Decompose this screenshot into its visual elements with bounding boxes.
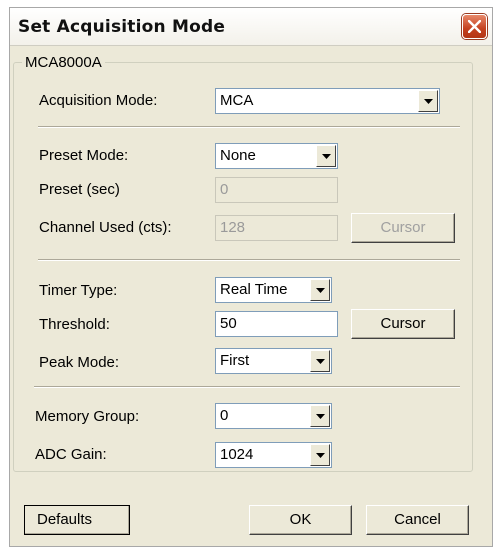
preset-input[interactable]: 0: [215, 177, 338, 203]
threshold-input[interactable]: 50: [215, 311, 338, 337]
memory-group-dropdown-button[interactable]: [310, 405, 330, 427]
chevron-down-icon: [424, 99, 433, 104]
threshold-value: 50: [220, 315, 237, 332]
preset-mode-value: None: [220, 147, 256, 164]
memory-group-value: 0: [220, 407, 229, 424]
separator: [38, 126, 460, 128]
chevron-down-icon: [322, 154, 331, 159]
preset-value: 0: [220, 181, 229, 198]
peak-mode-select[interactable]: First: [215, 348, 332, 374]
adc-gain-label: ADC Gain:: [35, 446, 107, 463]
window-title: Set Acquisition Mode: [18, 17, 226, 37]
separator: [34, 386, 460, 388]
acquisition-mode-label: Acquisition Mode:: [39, 92, 158, 109]
preset-label: Preset (sec): [39, 181, 120, 198]
preset-mode-label: Preset Mode:: [39, 147, 129, 164]
separator: [38, 259, 460, 261]
timer-type-label: Timer Type:: [39, 282, 118, 299]
preset-mode-dropdown-button[interactable]: [316, 145, 336, 167]
threshold-cursor-button[interactable]: Cursor: [351, 309, 455, 339]
adc-gain-value: 1024: [220, 446, 254, 463]
channel-used-value: 128: [220, 219, 246, 236]
adc-gain-dropdown-button[interactable]: [310, 444, 330, 466]
adc-gain-select[interactable]: 1024: [215, 442, 332, 468]
close-button[interactable]: [462, 14, 487, 39]
peak-mode-label: Peak Mode:: [39, 354, 120, 371]
group-label: MCA8000A: [22, 54, 105, 71]
channel-cursor-button[interactable]: Cursor: [351, 213, 455, 243]
threshold-label: Threshold:: [39, 316, 110, 333]
timer-type-select[interactable]: Real Time: [215, 277, 332, 303]
ok-button[interactable]: OK: [249, 505, 352, 535]
peak-mode-dropdown-button[interactable]: [310, 350, 330, 372]
chevron-down-icon: [316, 288, 325, 293]
chevron-down-icon: [316, 414, 325, 419]
channel-used-label: Channel Used (cts):: [39, 219, 172, 236]
channel-used-input[interactable]: 128: [215, 215, 338, 241]
preset-mode-select[interactable]: None: [215, 143, 338, 169]
acquisition-mode-dropdown-button[interactable]: [418, 90, 438, 112]
timer-type-value: Real Time: [220, 281, 288, 298]
chevron-down-icon: [316, 359, 325, 364]
acquisition-mode-select[interactable]: MCA: [215, 88, 440, 114]
acquisition-mode-value: MCA: [220, 92, 254, 109]
timer-type-dropdown-button[interactable]: [310, 279, 330, 301]
title-bar: Set Acquisition Mode: [10, 8, 492, 46]
memory-group-select[interactable]: 0: [215, 403, 332, 429]
close-icon: [468, 20, 481, 33]
peak-mode-value: First: [220, 352, 250, 369]
cancel-button[interactable]: Cancel: [366, 505, 469, 535]
chevron-down-icon: [316, 453, 325, 458]
defaults-button[interactable]: Defaults: [24, 505, 130, 535]
memory-group-label: Memory Group:: [35, 408, 140, 425]
